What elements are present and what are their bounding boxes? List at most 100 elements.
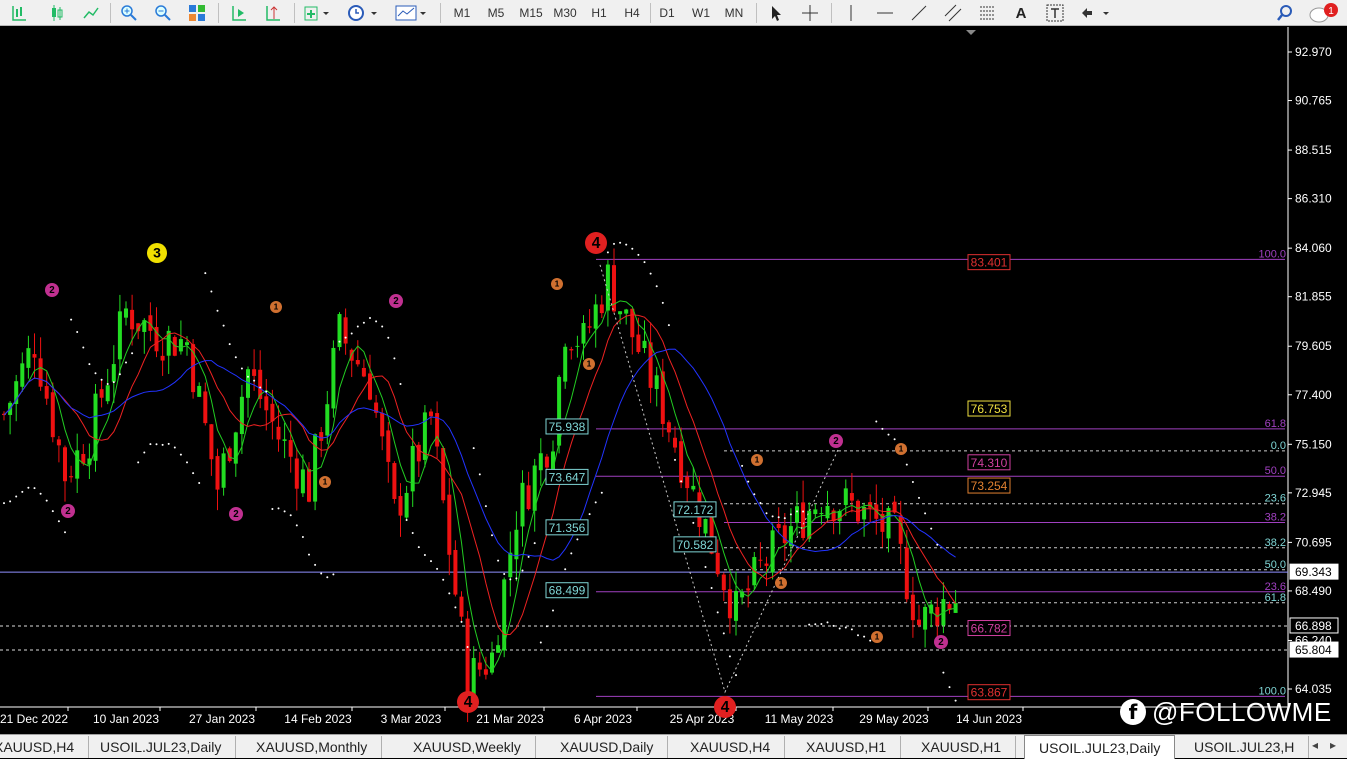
candle-body bbox=[56, 439, 61, 446]
fibonacci-level-label: 38.2 bbox=[1265, 537, 1286, 549]
chart-shift-icon[interactable] bbox=[260, 2, 286, 24]
chart-tab[interactable]: USOIL.JUL23,Daily bbox=[1024, 735, 1176, 759]
date-tick-label: 14 Jun 2023 bbox=[956, 712, 1022, 726]
sar-dot bbox=[863, 635, 866, 638]
chart-tab[interactable]: USOIL.JUL23,H bbox=[1180, 736, 1310, 758]
candle-body bbox=[459, 596, 464, 617]
text-tool-icon[interactable]: A bbox=[1008, 2, 1034, 24]
periods-clock-icon[interactable] bbox=[344, 2, 384, 24]
cursor-icon[interactable] bbox=[763, 2, 789, 24]
candle-body bbox=[801, 502, 806, 538]
timeframe-m15[interactable]: M15 bbox=[515, 2, 547, 24]
date-tick-label: 11 May 2023 bbox=[765, 712, 834, 726]
sar-dot bbox=[198, 481, 201, 484]
sar-dot bbox=[692, 521, 695, 524]
tab-scroll-right-icon[interactable]: ▸ bbox=[1330, 738, 1336, 752]
sar-dot bbox=[118, 373, 121, 376]
date-tick-label: 6 Apr 2023 bbox=[574, 712, 632, 726]
sar-dot bbox=[460, 620, 463, 623]
candle-body bbox=[715, 552, 720, 575]
vertical-line-icon[interactable] bbox=[838, 2, 864, 24]
scroll-marker-icon bbox=[966, 30, 976, 35]
sar-dot bbox=[57, 520, 60, 523]
timeframe-m1[interactable]: M1 bbox=[447, 2, 477, 24]
sar-dot bbox=[247, 375, 249, 378]
autoscroll-icon[interactable] bbox=[226, 2, 252, 24]
date-tick-label: 27 Jan 2023 bbox=[189, 712, 255, 726]
candle-body bbox=[300, 469, 305, 494]
fibonacci-level-label: 50.0 bbox=[1265, 465, 1286, 477]
candle-body bbox=[63, 447, 67, 482]
candle-body bbox=[770, 530, 775, 573]
tile-windows-icon[interactable] bbox=[184, 2, 210, 24]
sar-dot bbox=[527, 555, 530, 558]
timeframe-h1[interactable]: H1 bbox=[584, 2, 614, 24]
equidistant-channel-icon[interactable] bbox=[940, 2, 966, 24]
notifications-icon[interactable]: 1 bbox=[1306, 2, 1342, 24]
chart-tab[interactable]: XAUUSD,H4 bbox=[0, 736, 90, 758]
sar-dot bbox=[344, 336, 347, 339]
sar-dot bbox=[228, 343, 231, 346]
candle-body bbox=[215, 456, 220, 490]
horizontal-line-icon[interactable] bbox=[872, 2, 898, 24]
candle-body bbox=[746, 588, 751, 591]
fibonacci-icon[interactable] bbox=[974, 2, 1000, 24]
date-tick-label: 21 Dec 2022 bbox=[0, 712, 68, 726]
search-icon[interactable] bbox=[1272, 2, 1298, 24]
chart-tab[interactable]: XAUUSD,Daily bbox=[546, 736, 669, 758]
wave-trendline bbox=[599, 264, 839, 694]
sar-dot bbox=[741, 464, 744, 467]
bar-chart-icon[interactable] bbox=[6, 2, 32, 24]
sar-dot bbox=[143, 451, 146, 454]
chart-tab[interactable]: USOIL.JUL23,Daily bbox=[86, 736, 237, 758]
date-tick-label: 3 Mar 2023 bbox=[381, 712, 442, 726]
price-chart[interactable]: 92.970 90.765 88.515 86.310 84.060 81.855 79.6… bbox=[0, 27, 1347, 734]
candle-body bbox=[795, 506, 799, 523]
crosshair-icon[interactable] bbox=[797, 2, 823, 24]
zoom-out-icon[interactable] bbox=[150, 2, 176, 24]
candle-body bbox=[776, 523, 781, 529]
arrows-icon[interactable] bbox=[1076, 2, 1116, 24]
line-chart-icon[interactable] bbox=[78, 2, 104, 24]
trendline-icon[interactable] bbox=[906, 2, 932, 24]
price-label-text: 72.172 bbox=[677, 503, 714, 517]
candle-body bbox=[239, 396, 244, 435]
candlestick-icon[interactable] bbox=[44, 2, 70, 24]
sar-dot bbox=[655, 285, 658, 288]
timeframe-w1[interactable]: W1 bbox=[686, 2, 716, 24]
sar-dot bbox=[387, 336, 390, 339]
tab-scroll-left-icon[interactable]: ◂ bbox=[1312, 738, 1318, 752]
sar-dot bbox=[405, 519, 408, 522]
candle-body bbox=[26, 348, 31, 368]
sar-dot bbox=[161, 443, 164, 446]
chart-tab[interactable]: XAUUSD,H4 bbox=[676, 736, 786, 758]
chart-canvas[interactable]: 92.970 90.765 88.515 86.310 84.060 81.855 79.6… bbox=[0, 27, 1347, 734]
chart-tab[interactable]: XAUUSD,Weekly bbox=[399, 736, 536, 758]
price-label-text: 73.647 bbox=[549, 470, 586, 484]
chart-tab[interactable]: XAUUSD,H1 bbox=[907, 736, 1017, 758]
timeframe-d1[interactable]: D1 bbox=[652, 2, 682, 24]
price-label-text: 73.254 bbox=[971, 479, 1008, 493]
candle-body bbox=[483, 669, 488, 675]
chart-tab[interactable]: XAUUSD,Monthly bbox=[242, 736, 383, 758]
sar-dot bbox=[204, 272, 207, 275]
price-tick-label: 88.515 bbox=[1295, 143, 1332, 157]
sar-dot bbox=[826, 621, 829, 624]
timeframe-mn[interactable]: MN bbox=[719, 2, 749, 24]
timeframe-h4[interactable]: H4 bbox=[617, 2, 647, 24]
candle-body bbox=[185, 342, 189, 345]
candle-body bbox=[636, 334, 641, 352]
sar-dot bbox=[478, 473, 481, 476]
timeframe-m5[interactable]: M5 bbox=[481, 2, 511, 24]
candle-body bbox=[20, 363, 25, 387]
indicators-icon[interactable] bbox=[300, 2, 336, 24]
sar-dot bbox=[314, 563, 317, 566]
price-tick-label: 84.060 bbox=[1295, 241, 1332, 255]
sar-dot bbox=[186, 461, 188, 464]
sar-dot bbox=[594, 501, 597, 504]
chart-tab[interactable]: XAUUSD,H1 bbox=[792, 736, 902, 758]
templates-icon[interactable] bbox=[392, 2, 432, 24]
zoom-in-icon[interactable] bbox=[116, 2, 142, 24]
timeframe-m30[interactable]: M30 bbox=[549, 2, 581, 24]
text-label-icon[interactable] bbox=[1042, 2, 1068, 24]
